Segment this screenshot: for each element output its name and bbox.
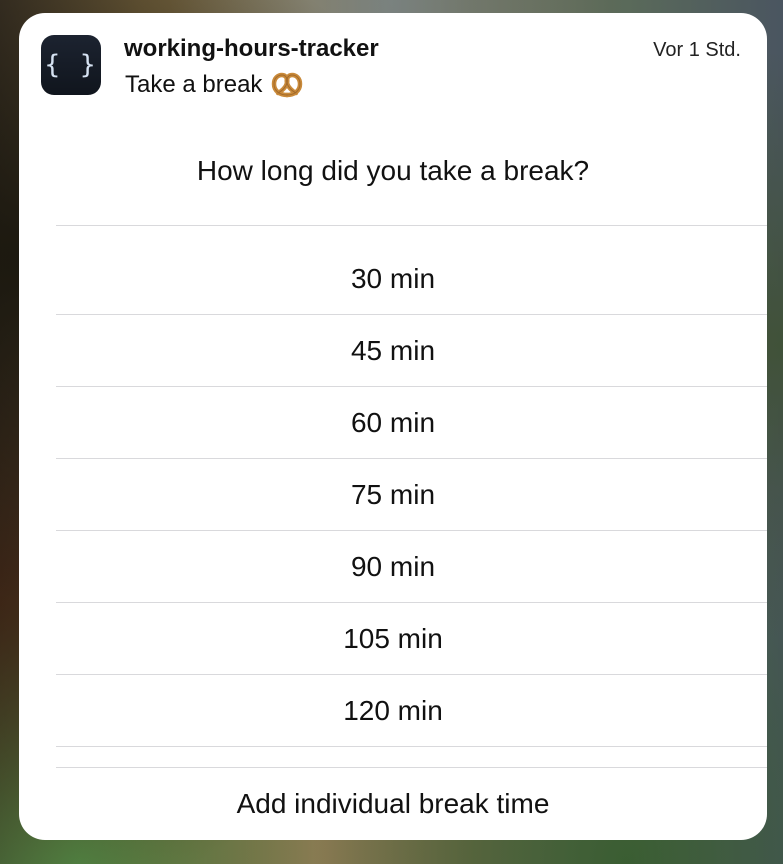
- option-45-min[interactable]: 45 min: [19, 315, 767, 387]
- notification-timestamp: Vor 1 Std.: [653, 39, 741, 61]
- break-question: How long did you take a break?: [196, 155, 590, 186]
- option-30-min[interactable]: 30 min: [19, 243, 767, 315]
- app-icon: { }: [41, 35, 101, 95]
- add-individual-break-button[interactable]: Add individual break time: [19, 767, 767, 840]
- option-75-min[interactable]: 75 min: [19, 459, 767, 531]
- divider: [56, 225, 767, 226]
- curly-braces-icon: { }: [44, 50, 98, 80]
- notification-card: { } working-hours-tracker Take a break V…: [19, 13, 767, 840]
- app-name: working-hours-tracker: [124, 35, 379, 62]
- notification-subtitle-text: Take a break: [125, 71, 263, 98]
- option-90-min[interactable]: 90 min: [19, 531, 767, 603]
- option-60-min[interactable]: 60 min: [19, 387, 767, 459]
- option-120-min[interactable]: 120 min: [19, 675, 767, 747]
- notification-header: { } working-hours-tracker Take a break V…: [19, 13, 767, 133]
- pretzel-icon: [270, 71, 304, 99]
- break-duration-options: 30 min 45 min 60 min 75 min 90 min 105 m…: [19, 243, 767, 747]
- notification-subtitle: Take a break: [125, 71, 304, 99]
- option-105-min[interactable]: 105 min: [19, 603, 767, 675]
